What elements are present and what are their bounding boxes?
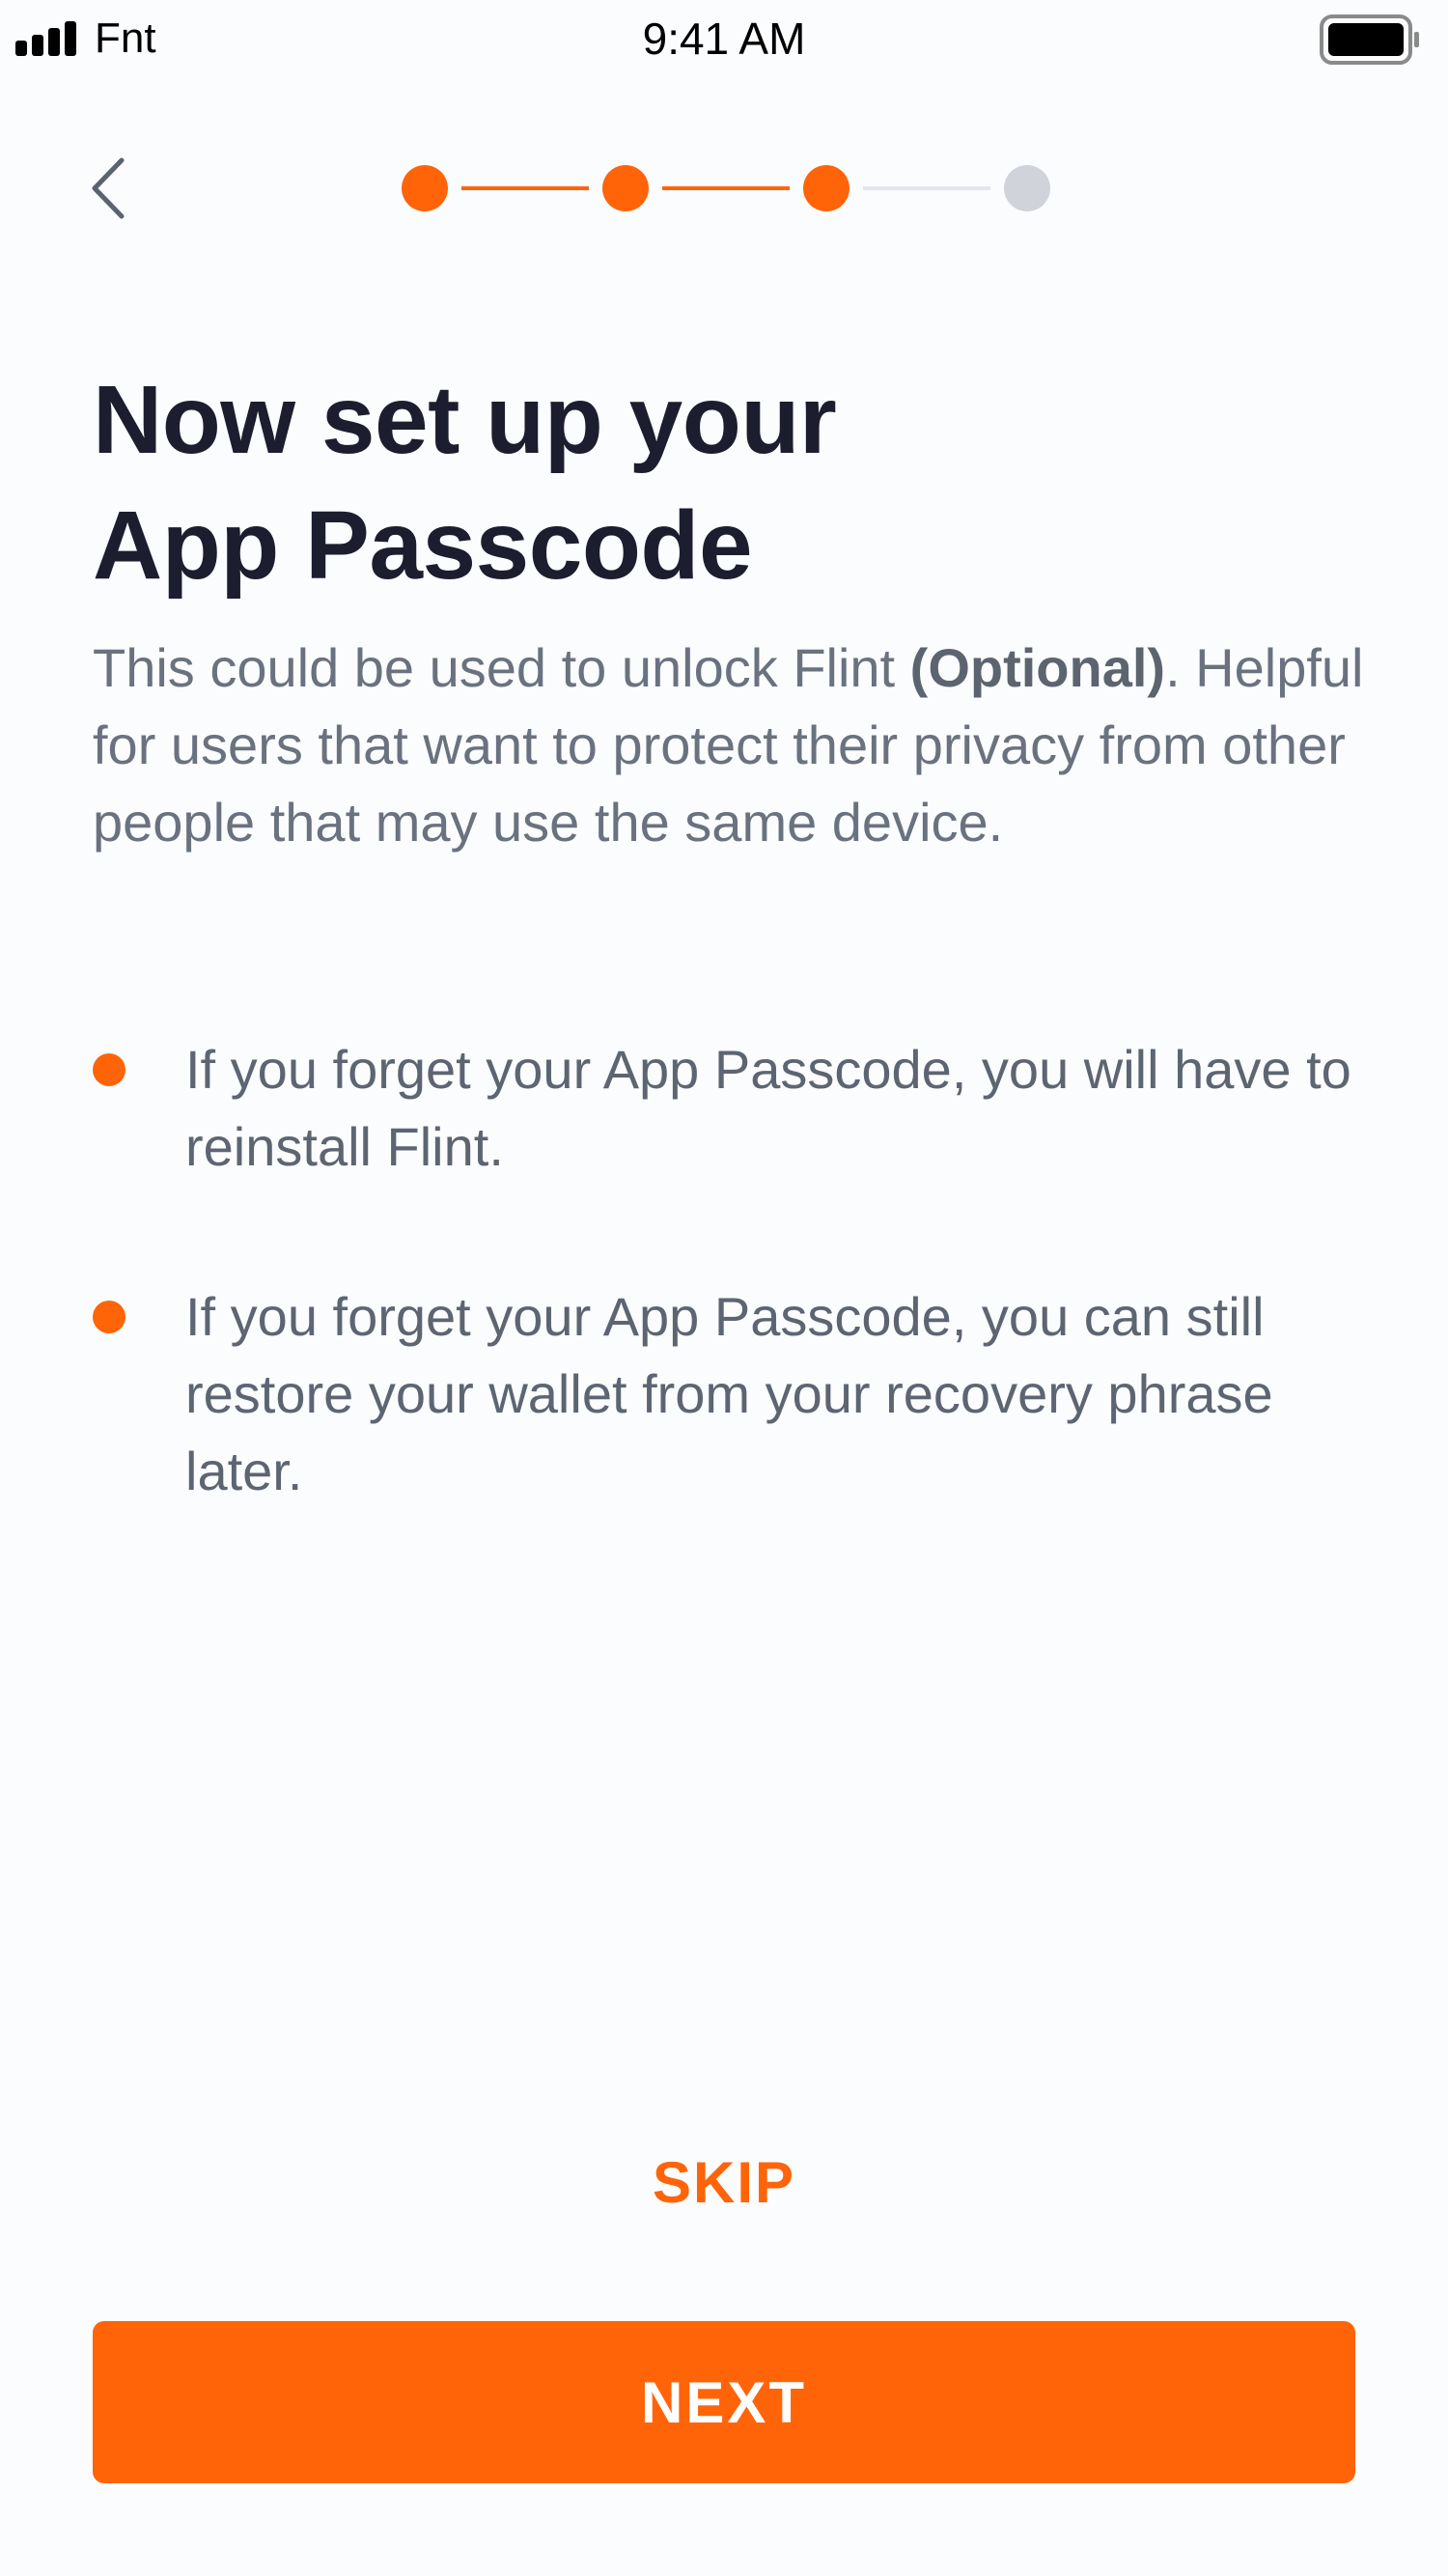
status-bar: Fnt 9:41 AM: [0, 0, 1448, 77]
step-dot-pending: [1004, 165, 1050, 211]
step-dot-completed: [803, 165, 849, 211]
title-line-1: Now set up your: [93, 366, 837, 474]
page-title: Now set up your App Passcode: [93, 357, 1367, 608]
title-line-2: App Passcode: [93, 491, 753, 600]
chevron-left-icon: [92, 157, 125, 219]
skip-button[interactable]: SKIP: [531, 2134, 917, 2230]
battery-full-icon: [1320, 14, 1419, 65]
warning-list: If you forget your App Passcode, you wil…: [93, 1031, 1367, 1510]
step-dot-completed: [602, 165, 649, 211]
back-button[interactable]: [77, 145, 154, 232]
list-item-text: If you forget your App Passcode, you wil…: [185, 1039, 1351, 1177]
optional-label: (Optional): [909, 637, 1166, 698]
intro-text: This could be used to unlock Flint (Opti…: [93, 630, 1367, 861]
onboarding-passcode-screen: Fnt 9:41 AM Now set up your App Passcode…: [0, 0, 1448, 2576]
status-time: 9:41 AM: [642, 14, 806, 64]
list-item: If you forget your App Passcode, you wil…: [93, 1031, 1367, 1186]
step-dot-completed: [402, 165, 448, 211]
intro-text-lead: This could be used to unlock Flint: [93, 637, 910, 698]
next-button[interactable]: NEXT: [93, 2321, 1355, 2483]
list-item-text: If you forget your App Passcode, you can…: [185, 1286, 1273, 1501]
bullet-dot-icon: [93, 1053, 125, 1086]
progress-stepper: [402, 165, 1050, 211]
bullet-dot-icon: [93, 1301, 125, 1333]
list-item: If you forget your App Passcode, you can…: [93, 1278, 1367, 1510]
